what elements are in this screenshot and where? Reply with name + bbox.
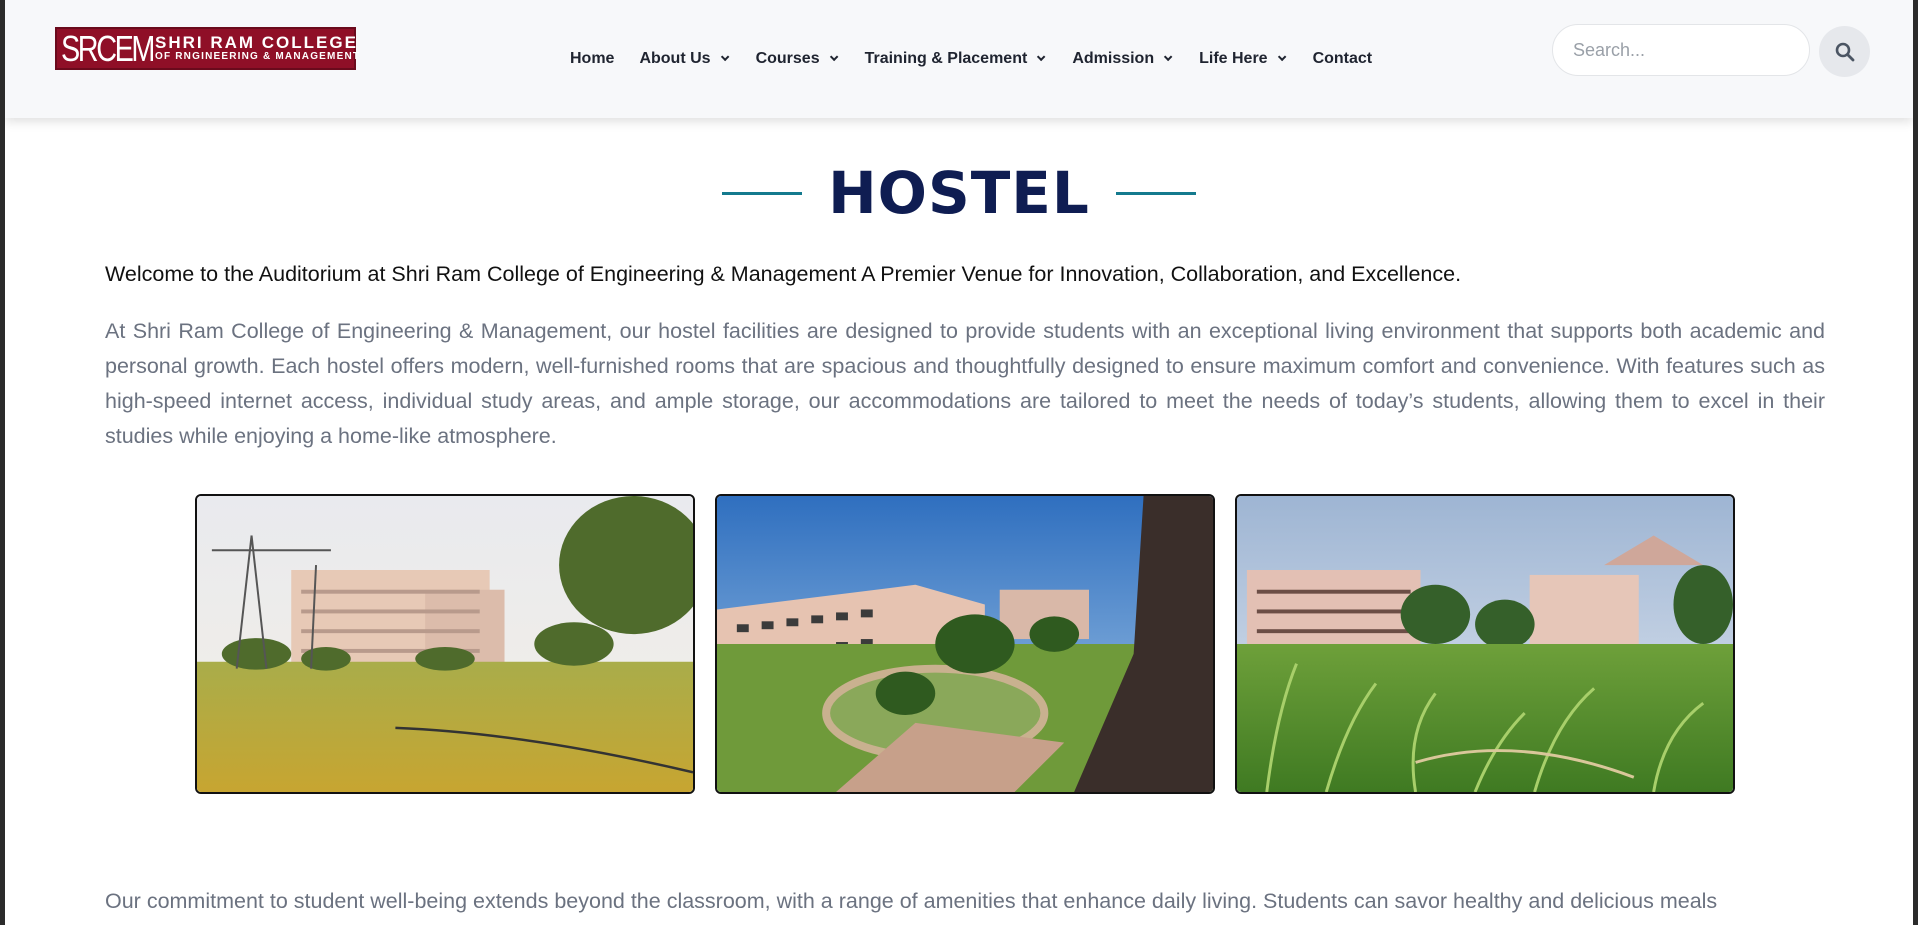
nav-contact[interactable]: Contact [1313,50,1373,68]
title-divider-left [722,191,803,195]
nav-admission-label: Admission [1072,50,1155,67]
photo-gallery [195,494,1735,794]
campus-lawn-image [197,496,693,792]
browser-frame: SRCEM SHRI RAM COLLEGE OF RNGINEERING & … [0,0,1918,925]
nav-home-label: Home [570,50,615,67]
hostel-courtyard-image [717,496,1213,792]
college-logo[interactable]: SRCEM SHRI RAM COLLEGE OF RNGINEERING & … [55,27,359,70]
hostel-grass-photo[interactable] [1235,494,1735,794]
nav-life-here[interactable]: Life Here [1199,50,1286,68]
nav-home[interactable]: Home [570,50,614,68]
nav-contact-label: Contact [1312,50,1373,67]
chevron-down-icon [1277,52,1286,62]
logo-line-1: SHRI RAM COLLEGE [155,33,358,52]
search-button[interactable] [1819,26,1870,77]
chevron-down-icon [720,52,729,62]
search-input[interactable] [1552,24,1810,76]
chevron-down-icon [829,52,838,62]
nav-life-here-label: Life Here [1199,50,1268,67]
nav-courses[interactable]: Courses [755,50,838,68]
nav-admission[interactable]: Admission [1072,50,1173,68]
main-nav: Home About Us Courses Training & Placeme… [570,48,1397,70]
nav-training-placement[interactable]: Training & Placement [864,50,1046,68]
page-title: HOSTEL [828,159,1090,227]
search-icon [1835,42,1854,61]
campus-lawn-photo[interactable] [195,494,695,794]
nav-about-us[interactable]: About Us [639,50,729,68]
logo-mark: SRCEM [61,27,155,69]
chevron-down-icon [1037,52,1046,62]
logo-line-2: OF RNGINEERING & MANAGEMENT [155,51,361,62]
nav-training-placement-label: Training & Placement [864,50,1028,67]
hostel-courtyard-photo[interactable] [715,494,1215,794]
amenities-paragraph: Our commitment to student well-being ext… [105,889,1718,913]
intro-paragraph: At Shri Ram College of Engineering & Man… [105,319,1825,448]
logo-text: SHRI RAM COLLEGE OF RNGINEERING & MANAGE… [155,34,360,63]
hostel-grass-image [1237,496,1733,792]
site-header: SRCEM SHRI RAM COLLEGE OF RNGINEERING & … [5,0,1913,118]
title-divider-right [1115,191,1196,195]
nav-about-us-label: About Us [639,50,711,67]
nav-courses-label: Courses [755,50,820,67]
welcome-heading: Welcome to the Auditorium at Shri Ram Co… [105,262,1462,286]
chevron-down-icon [1163,52,1173,62]
page-title-section: HOSTEL [5,158,1913,228]
